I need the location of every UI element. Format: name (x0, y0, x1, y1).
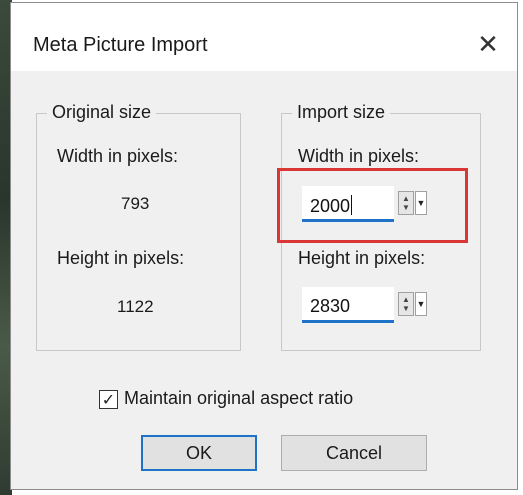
cancel-button[interactable]: Cancel (281, 435, 427, 471)
original-size-legend: Original size (47, 102, 157, 123)
original-width-label: Width in pixels: (57, 146, 179, 166)
close-icon: ✕ (477, 28, 499, 59)
checkmark-icon: ✓ (101, 391, 116, 409)
import-height-stepper[interactable]: ▲ ▼ (398, 292, 414, 316)
meta-picture-import-dialog: Meta Picture Import ✕ Original size Widt… (10, 2, 518, 490)
import-width-highlight (277, 168, 468, 243)
import-height-dropdown[interactable]: ▼ (415, 292, 427, 316)
spin-up-icon: ▲ (402, 295, 410, 304)
import-size-legend: Import size (292, 102, 391, 123)
maintain-aspect-label[interactable]: Maintain original aspect ratio (124, 388, 353, 409)
spin-down-icon: ▼ (402, 304, 410, 313)
maintain-aspect-checkbox[interactable]: ✓ (99, 390, 118, 409)
chevron-down-icon: ▼ (416, 299, 426, 309)
import-height-spinner: 2830 ▲ ▼ ▼ (302, 287, 432, 323)
original-height-value: 1122 (117, 297, 154, 316)
import-height-input[interactable]: 2830 (302, 287, 394, 323)
original-width-value: 793 (121, 194, 150, 213)
import-width-label: Width in pixels: (298, 146, 420, 166)
ok-button[interactable]: OK (141, 435, 257, 471)
import-height-label: Height in pixels: (298, 248, 426, 268)
original-height-label: Height in pixels: (57, 248, 185, 268)
close-button[interactable]: ✕ (473, 29, 503, 59)
title-bar: Meta Picture Import ✕ (11, 3, 517, 71)
dialog-title: Meta Picture Import (33, 34, 208, 56)
import-height-value: 2830 (310, 296, 351, 316)
